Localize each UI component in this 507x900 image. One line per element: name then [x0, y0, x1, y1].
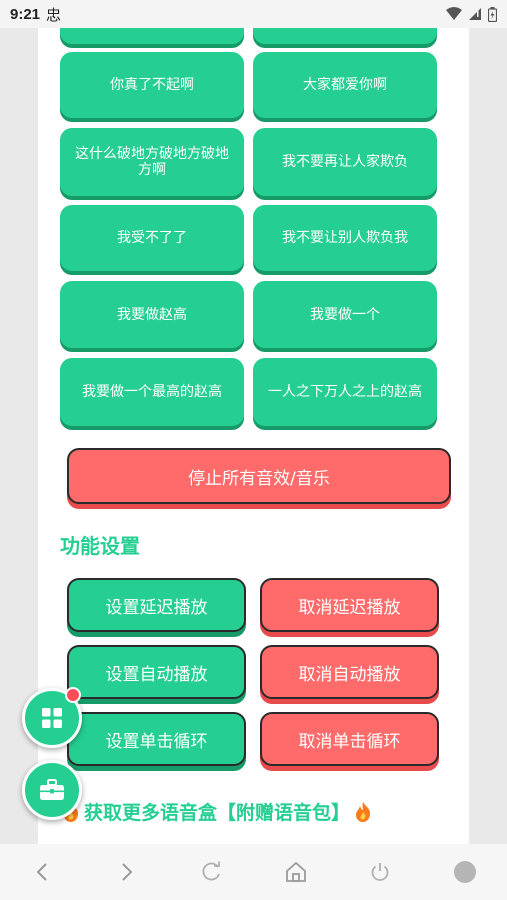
sound-button-label: 我不要让别人欺负我 — [282, 230, 408, 246]
button-label: 取消自动播放 — [298, 664, 401, 685]
main-content: 你真了不起啊 大家都爱你啊 这什么破地方破地方破地方啊 我不要再让人家欺负 我受… — [38, 28, 469, 844]
cancel-click-loop-button[interactable]: 取消单击循环 — [260, 712, 439, 766]
back-button[interactable] — [22, 852, 62, 892]
sound-button-label: 我要做赵高 — [117, 306, 187, 323]
notification-badge — [65, 687, 81, 703]
sound-button[interactable]: 这什么破地方破地方破地方啊 — [60, 128, 244, 196]
sound-button-label: 大家都爱你啊 — [303, 77, 387, 93]
sound-button-label: 你真了不起啊 — [110, 77, 194, 93]
sound-button[interactable]: 我不要再让人家欺负 — [253, 128, 437, 196]
forward-button[interactable] — [107, 852, 147, 892]
sound-button[interactable]: 你真了不起啊 — [60, 52, 244, 118]
toolbox-icon — [40, 779, 64, 800]
grid-icon — [42, 708, 62, 728]
status-time: 9:21 — [10, 5, 41, 23]
sound-button-label: 我要做一个 — [310, 306, 380, 323]
settings-title: 功能设置 — [60, 534, 140, 558]
sound-button[interactable]: 我受不了了 — [60, 205, 244, 271]
button-label: 设置延迟播放 — [105, 597, 208, 618]
browser-nav-bar — [0, 844, 507, 900]
stop-all-label: 停止所有音效/音乐 — [188, 468, 330, 489]
sound-button[interactable]: 我要做赵高 — [60, 281, 244, 348]
button-label: 取消单击循环 — [298, 731, 401, 752]
promo-link[interactable]: 获取更多语音盒【附赠语音包】 — [62, 798, 442, 825]
status-bar: 9:21 忠 — [0, 0, 507, 28]
cancel-delay-play-button[interactable]: 取消延迟播放 — [260, 578, 439, 632]
sound-button[interactable]: 我要做一个 — [253, 281, 437, 348]
fire-icon — [356, 801, 371, 822]
back-icon — [36, 863, 47, 881]
button-label: 设置单击循环 — [105, 731, 208, 752]
cancel-auto-play-button[interactable]: 取消自动播放 — [260, 645, 439, 699]
sound-button-label: 我要做一个最高的赵高 — [82, 384, 222, 400]
home-icon — [285, 861, 306, 882]
button-label: 取消延迟播放 — [298, 597, 401, 618]
set-auto-play-button[interactable]: 设置自动播放 — [67, 645, 246, 699]
button-label: 设置自动播放 — [105, 664, 208, 685]
sound-button-label: 这什么破地方破地方破地方啊 — [75, 146, 229, 178]
sound-button[interactable] — [60, 28, 244, 44]
circle-icon — [453, 861, 476, 883]
sound-button-label: 我不要再让人家欺负 — [282, 154, 408, 170]
home-button[interactable] — [276, 852, 316, 892]
sound-button-label: 我受不了了 — [117, 230, 187, 246]
sound-button[interactable]: 大家都爱你啊 — [253, 52, 437, 118]
grid-menu-fab[interactable] — [22, 687, 82, 748]
stop-all-button[interactable]: 停止所有音效/音乐 — [67, 448, 451, 504]
set-delay-play-button[interactable]: 设置延迟播放 — [67, 578, 246, 632]
refresh-button[interactable] — [191, 852, 231, 892]
toolbox-fab[interactable] — [22, 760, 82, 820]
power-button[interactable] — [360, 852, 400, 892]
signal-icon — [469, 8, 481, 20]
wifi-icon — [446, 7, 462, 20]
sound-button[interactable]: 一人之下万人之上的赵高 — [253, 358, 437, 426]
set-click-loop-button[interactable]: 设置单击循环 — [67, 712, 246, 766]
sound-button[interactable]: 我不要让别人欺负我 — [253, 205, 437, 271]
sound-button[interactable]: 我要做一个最高的赵高 — [60, 358, 244, 426]
overview-button[interactable] — [445, 852, 485, 892]
status-icons — [446, 6, 497, 22]
refresh-icon — [202, 861, 221, 881]
forward-icon — [122, 863, 133, 881]
battery-icon — [488, 6, 497, 22]
sound-button-label: 一人之下万人之上的赵高 — [268, 384, 422, 400]
power-icon — [371, 863, 389, 881]
sound-button[interactable] — [253, 28, 437, 44]
notification-icon: 忠 — [46, 5, 62, 24]
promo-text: 获取更多语音盒【附赠语音包】 — [84, 802, 351, 824]
